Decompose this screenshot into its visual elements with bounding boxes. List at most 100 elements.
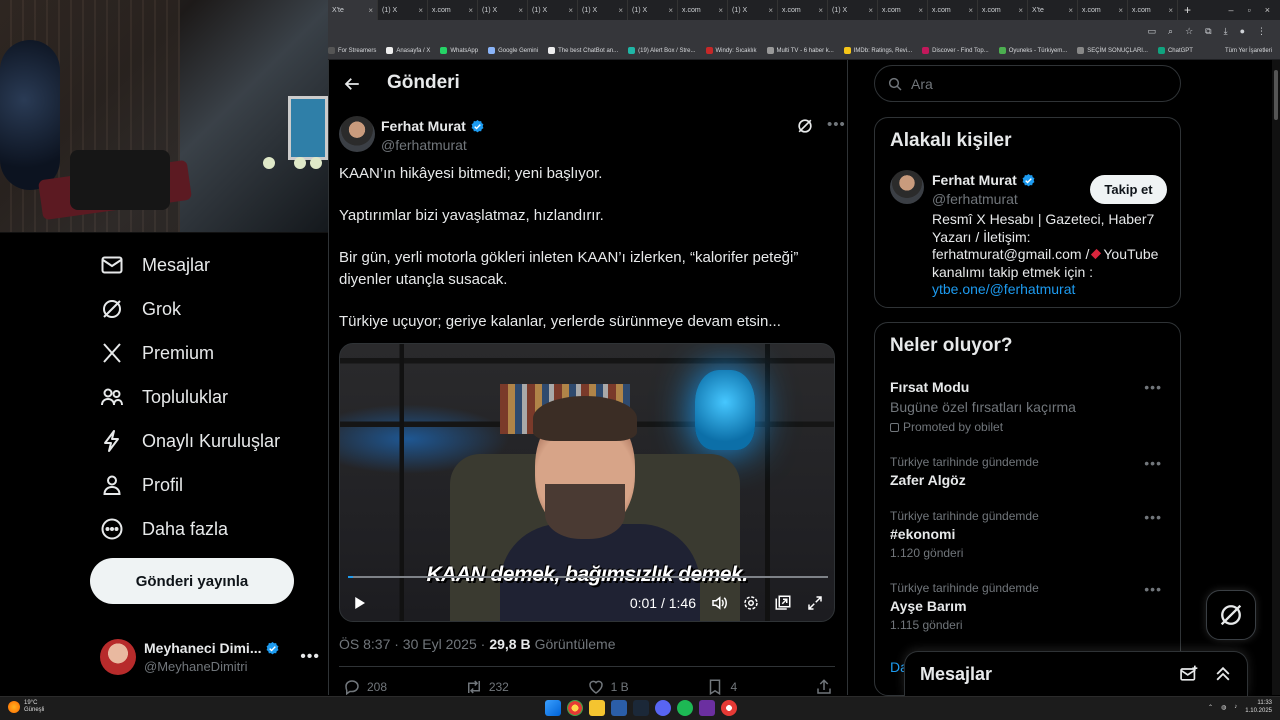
- close-icon[interactable]: ×: [1168, 6, 1173, 15]
- close-icon[interactable]: ×: [1068, 6, 1073, 15]
- app-icon[interactable]: [611, 700, 627, 716]
- close-icon[interactable]: ×: [768, 6, 773, 15]
- bookmark[interactable]: Oyuneks - Türkiyem...: [998, 47, 1067, 54]
- settings-gear-icon[interactable]: [742, 594, 760, 612]
- browser-tab[interactable]: (1) X ×: [378, 0, 428, 20]
- new-message-icon[interactable]: [1179, 664, 1199, 684]
- clock[interactable]: 11:33 1.10.2025: [1245, 699, 1272, 715]
- close-icon[interactable]: ×: [418, 6, 423, 15]
- bookmark[interactable]: Multi TV - 6 haber k...: [766, 47, 834, 54]
- browser-tab[interactable]: (1) X ×: [578, 0, 628, 20]
- folder-icon[interactable]: [589, 700, 605, 716]
- grok-floating-button[interactable]: [1206, 590, 1256, 640]
- bookmark[interactable]: Discover - Find Top...: [922, 47, 989, 54]
- app-icon[interactable]: [699, 700, 715, 716]
- browser-tab[interactable]: x.com ×: [1128, 0, 1178, 20]
- bookmark[interactable]: The best ChatBot an...: [548, 47, 618, 54]
- browser-tab[interactable]: x.com ×: [778, 0, 828, 20]
- all-bookmarks-button[interactable]: Tüm Yer İşaretleri: [1225, 48, 1280, 54]
- steam-icon[interactable]: [633, 700, 649, 716]
- fullscreen-icon[interactable]: [806, 594, 824, 612]
- browser-tab[interactable]: (1) X ×: [478, 0, 528, 20]
- back-button[interactable]: [337, 69, 367, 99]
- more-horizontal-icon[interactable]: •••: [1144, 581, 1162, 597]
- close-icon[interactable]: ×: [1118, 6, 1123, 15]
- close-icon[interactable]: ×: [918, 6, 923, 15]
- nav-item-grok[interactable]: Grok: [100, 294, 181, 324]
- more-horizontal-icon[interactable]: •••: [300, 648, 320, 666]
- follow-button[interactable]: Takip et: [1090, 175, 1167, 204]
- browser-tab[interactable]: X'te ×: [328, 0, 378, 20]
- discord-icon[interactable]: [655, 700, 671, 716]
- account-switcher[interactable]: Meyhaneci Dimi... @MeyhaneDimitri •••: [100, 633, 320, 681]
- post-button[interactable]: Gönderi yayınla: [90, 558, 294, 604]
- bookmark[interactable]: WhatsApp: [440, 47, 478, 54]
- close-icon[interactable]: ×: [668, 6, 673, 15]
- trend-item[interactable]: Türkiye tarihinde gündemde Ayşe Barım 1.…: [890, 581, 1170, 632]
- avatar[interactable]: [890, 170, 924, 204]
- star-icon[interactable]: ☆: [1185, 26, 1193, 37]
- messages-drawer[interactable]: Mesajlar: [904, 651, 1248, 696]
- bio-link[interactable]: ytbe.one/@ferhatmurat: [932, 281, 1075, 297]
- extensions-icon[interactable]: ⧉: [1205, 26, 1211, 37]
- scrollbar-thumb[interactable]: [1274, 70, 1278, 120]
- browser-tab[interactable]: x.com ×: [678, 0, 728, 20]
- minimize-icon[interactable]: –: [1229, 5, 1234, 15]
- nav-item-profile[interactable]: Profil: [100, 470, 183, 500]
- bookmark[interactable]: IMDb: Ratings, Revi...: [843, 47, 912, 54]
- maximize-icon[interactable]: ▫: [1248, 5, 1251, 15]
- browser-tab[interactable]: x.com ×: [978, 0, 1028, 20]
- close-icon[interactable]: ×: [968, 6, 973, 15]
- reply-button[interactable]: 208: [343, 678, 387, 695]
- search-input[interactable]: [911, 75, 1161, 92]
- post-timestamp[interactable]: ÖS 8:37 · 30 Eyl 2025 ·: [339, 636, 485, 652]
- weather-widget[interactable]: 19°C Güneşli: [8, 700, 44, 714]
- close-icon[interactable]: ×: [518, 6, 523, 15]
- bookmark[interactable]: Windy: Sıcaklık: [705, 47, 757, 54]
- bookmark[interactable]: SEÇİM SONUÇLARI...: [1077, 47, 1148, 54]
- related-name[interactable]: Ferhat Murat: [932, 172, 1017, 188]
- bookmark[interactable]: Anasayfa / X: [386, 47, 430, 54]
- chrome-icon[interactable]: [567, 700, 583, 716]
- close-icon[interactable]: ×: [718, 6, 723, 15]
- nav-item-verified-orgs[interactable]: Onaylı Kuruluşlar: [100, 426, 280, 456]
- related-handle[interactable]: @ferhatmurat: [932, 191, 1018, 207]
- browser-tab[interactable]: (1) X ×: [628, 0, 678, 20]
- more-horizontal-icon[interactable]: •••: [1144, 509, 1162, 525]
- author-handle[interactable]: @ferhatmurat: [381, 137, 467, 153]
- bookmark[interactable]: For Streamers: [328, 47, 376, 54]
- browser-tab[interactable]: (1) X ×: [828, 0, 878, 20]
- page-scrollbar[interactable]: [1272, 60, 1280, 695]
- volume-icon[interactable]: [710, 594, 728, 612]
- avatar[interactable]: [339, 116, 375, 152]
- close-icon[interactable]: ×: [818, 6, 823, 15]
- more-horizontal-icon[interactable]: •••: [1144, 455, 1162, 471]
- play-icon[interactable]: [350, 594, 368, 612]
- video-progress-bar[interactable]: [348, 576, 828, 578]
- search-box[interactable]: [874, 65, 1181, 102]
- trend-item[interactable]: Fırsat Modu Bugüne özel fırsatları kaçır…: [890, 379, 1170, 434]
- new-tab-button[interactable]: +: [1178, 3, 1197, 17]
- close-icon[interactable]: ×: [468, 6, 473, 15]
- browser-tab[interactable]: (1) X ×: [528, 0, 578, 20]
- browser-tab[interactable]: x.com ×: [878, 0, 928, 20]
- close-icon[interactable]: ×: [1265, 5, 1270, 15]
- chevron-double-up-icon[interactable]: [1213, 664, 1233, 684]
- volume-icon[interactable]: ♪: [1234, 704, 1237, 710]
- nav-item-more[interactable]: Daha fazla: [100, 514, 228, 544]
- browser-tab[interactable]: x.com ×: [428, 0, 478, 20]
- close-icon[interactable]: ×: [568, 6, 573, 15]
- more-horizontal-icon[interactable]: •••: [827, 116, 846, 133]
- author-name[interactable]: Ferhat Murat: [381, 118, 466, 134]
- profile-icon[interactable]: ●: [1240, 26, 1245, 36]
- browser-tab[interactable]: x.com ×: [928, 0, 978, 20]
- app-icon[interactable]: [721, 700, 737, 716]
- menu-icon[interactable]: ⋮: [1257, 26, 1266, 37]
- chevron-up-icon[interactable]: ⌃: [1208, 704, 1213, 711]
- repost-button[interactable]: 232: [465, 678, 509, 695]
- nav-item-messages[interactable]: Mesajlar: [100, 250, 210, 280]
- like-button[interactable]: 1 B: [587, 678, 629, 695]
- trend-item[interactable]: Türkiye tarihinde gündemde #ekonomi 1.12…: [890, 509, 1170, 560]
- close-icon[interactable]: ×: [368, 6, 373, 15]
- share-button[interactable]: [815, 678, 833, 695]
